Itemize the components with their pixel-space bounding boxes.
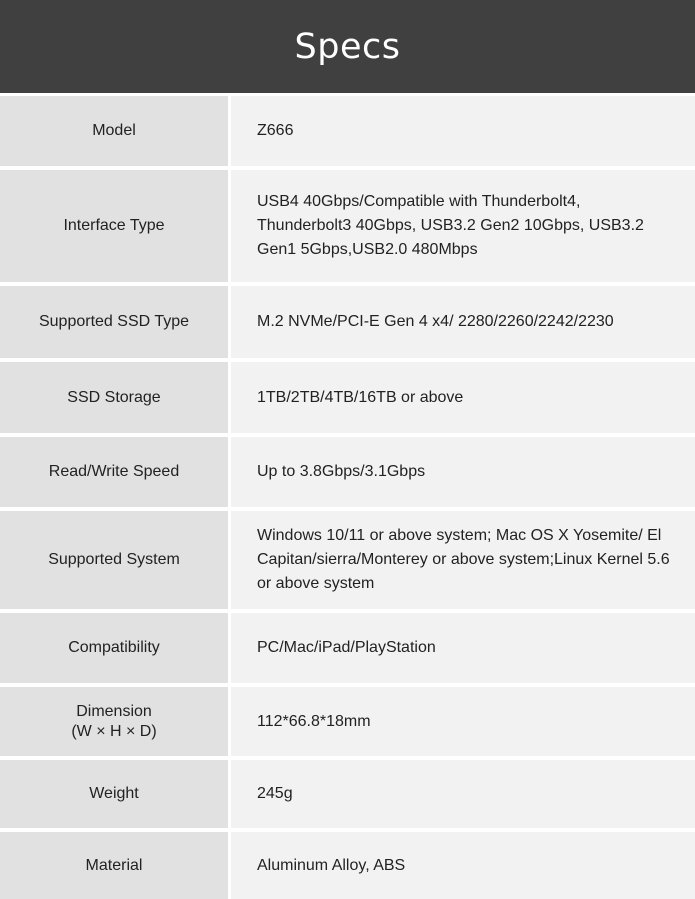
- spec-value: Windows 10/11 or above system; Mac OS X …: [231, 511, 695, 609]
- spec-row-ssd-type: Supported SSD Type M.2 NVMe/PCI-E Gen 4 …: [0, 286, 695, 358]
- spec-value: 245g: [231, 760, 695, 828]
- spec-label: SSD Storage: [0, 362, 228, 433]
- spec-row-weight: Weight 245g: [0, 760, 695, 828]
- spec-value: Aluminum Alloy, ABS: [231, 832, 695, 899]
- spec-label: Supported SSD Type: [0, 286, 228, 358]
- specs-header: Specs: [0, 0, 695, 93]
- spec-value: USB4 40Gbps/Compatible with Thunderbolt4…: [231, 170, 695, 282]
- spec-value: 1TB/2TB/4TB/16TB or above: [231, 362, 695, 433]
- spec-label-main: Dimension: [76, 702, 152, 720]
- spec-label: Supported System: [0, 511, 228, 609]
- spec-value: 112*66.8*18mm: [231, 687, 695, 756]
- specs-table: Model Z666 Interface Type USB4 40Gbps/Co…: [0, 96, 695, 899]
- spec-row-material: Material Aluminum Alloy, ABS: [0, 832, 695, 899]
- spec-row-compatibility: Compatibility PC/Mac/iPad/PlayStation: [0, 613, 695, 683]
- spec-label: Dimension (W × H × D): [0, 687, 228, 756]
- spec-label: Compatibility: [0, 613, 228, 683]
- spec-row-dimension: Dimension (W × H × D) 112*66.8*18mm: [0, 687, 695, 756]
- spec-label: Material: [0, 832, 228, 899]
- spec-row-supported-system: Supported System Windows 10/11 or above …: [0, 511, 695, 609]
- spec-label: Read/Write Speed: [0, 437, 228, 507]
- spec-label: Weight: [0, 760, 228, 828]
- spec-value: Up to 3.8Gbps/3.1Gbps: [231, 437, 695, 507]
- spec-label: Interface Type: [0, 170, 228, 282]
- spec-row-ssd-storage: SSD Storage 1TB/2TB/4TB/16TB or above: [0, 362, 695, 433]
- spec-row-interface-type: Interface Type USB4 40Gbps/Compatible wi…: [0, 170, 695, 282]
- spec-value: M.2 NVMe/PCI-E Gen 4 x4/ 2280/2260/2242/…: [231, 286, 695, 358]
- spec-label-sub: (W × H × D): [71, 722, 157, 740]
- spec-value: Z666: [231, 96, 695, 166]
- spec-row-read-write-speed: Read/Write Speed Up to 3.8Gbps/3.1Gbps: [0, 437, 695, 507]
- spec-row-model: Model Z666: [0, 96, 695, 166]
- spec-value: PC/Mac/iPad/PlayStation: [231, 613, 695, 683]
- page-title: Specs: [294, 26, 401, 67]
- spec-label: Model: [0, 96, 228, 166]
